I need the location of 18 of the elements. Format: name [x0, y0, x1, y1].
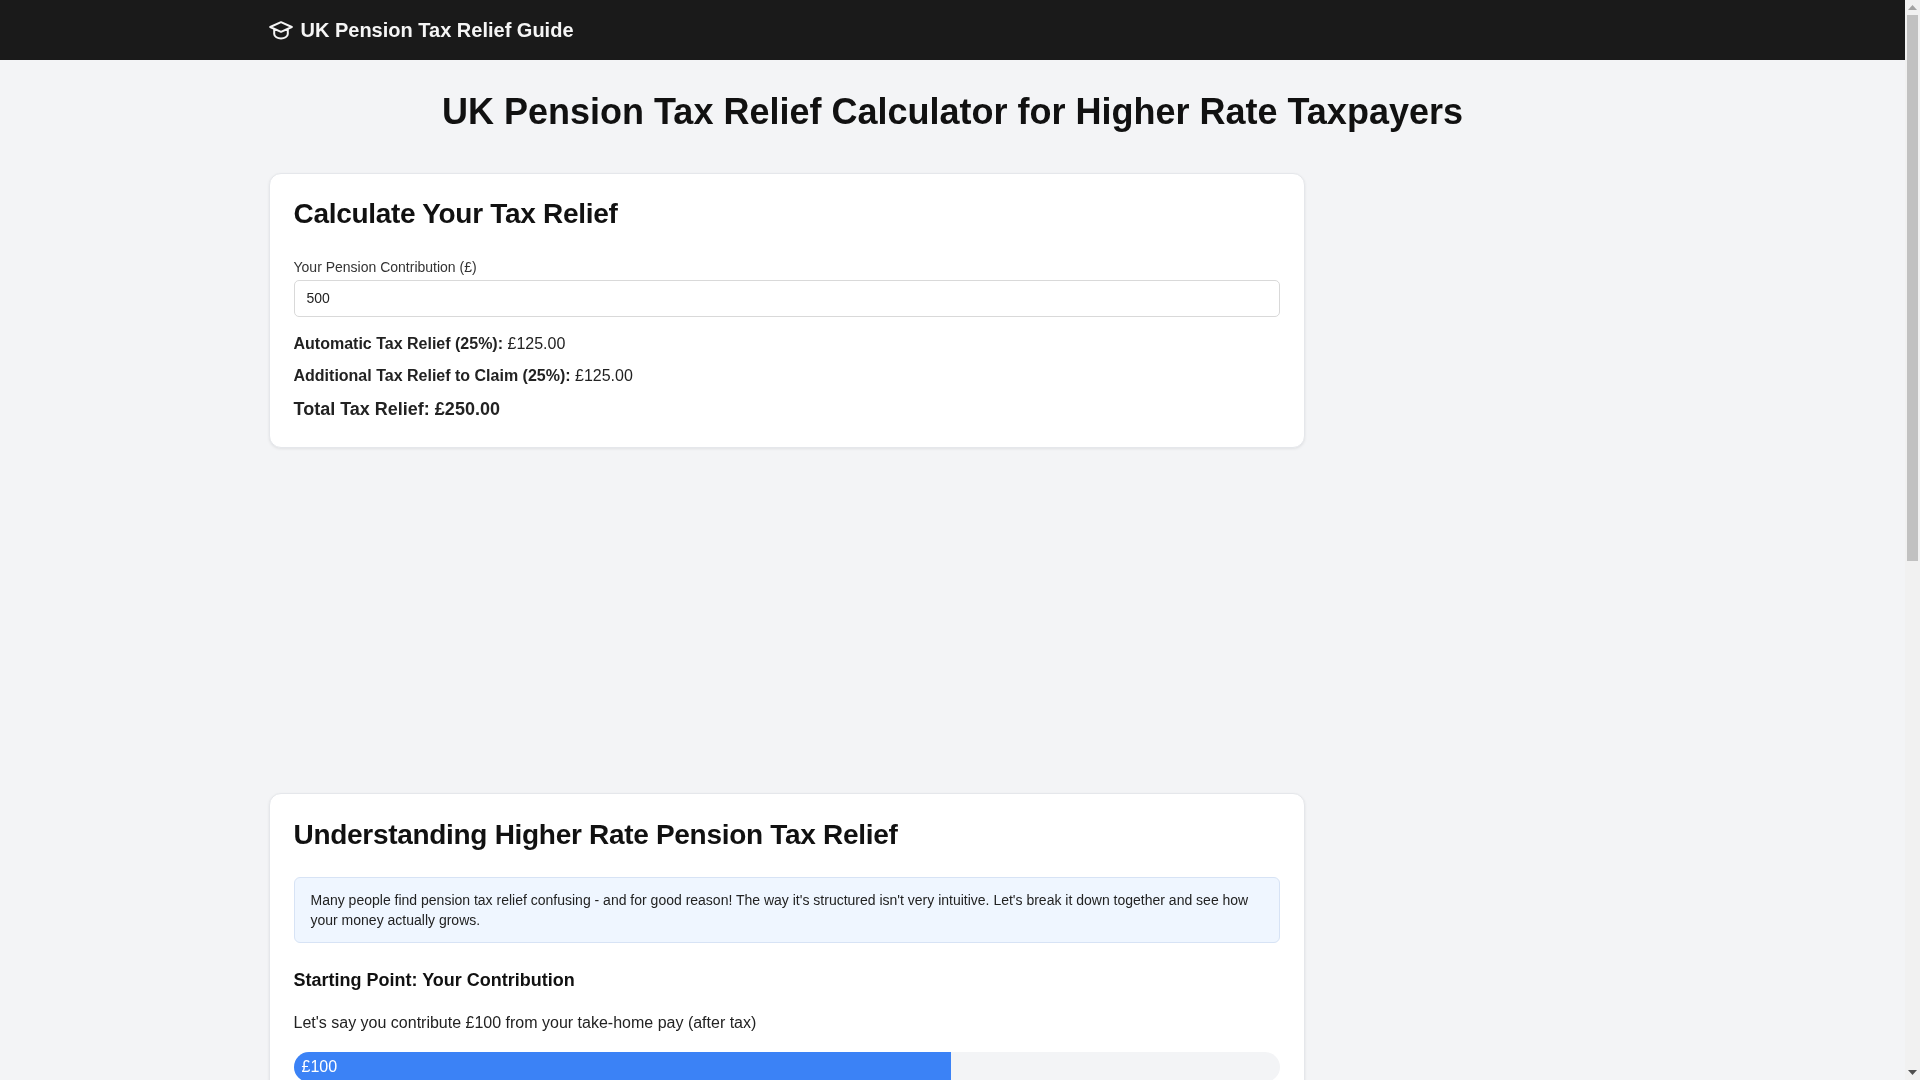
section-heading: Starting Point: Your Contribution: [293, 969, 576, 993]
result-line: Additional Tax Relief to Claim (25%): £125.00: [293, 365, 634, 386]
bar-fill: £100: [293, 1052, 952, 1080]
card-heading: Understanding Higher Rate Pension Tax Relief: [293, 817, 899, 852]
total-relief: Total Tax Relief: £250.00: [293, 397, 501, 421]
scroll-up-icon[interactable]: [1908, 5, 1917, 10]
result-line: Automatic Tax Relief (25%): £125.00: [293, 333, 567, 354]
page-title: UK Pension Tax Relief Calculator for Higher Rate Taxpayers: [442, 90, 1463, 134]
site-title[interactable]: UK Pension Tax Relief Guide: [300, 18, 574, 42]
scrollbar[interactable]: [1905, 0, 1920, 1080]
info-note: Many people find pension tax relief confusing - and for good reason! The way it's structured isn't very intuitive. Let's break it down together and see how your money actually grows.: [293, 877, 1280, 944]
contribution-input[interactable]: 500: [293, 279, 1280, 317]
field-label: Your Pension Contribution (£): [293, 258, 478, 276]
scroll-down-icon[interactable]: [1908, 1070, 1917, 1075]
graduation-cap-icon: [268, 20, 293, 40]
body-text: Let's say you contribute £100 from your take-home pay (after tax): [293, 1013, 758, 1034]
card-heading: Calculate Your Tax Relief: [293, 197, 619, 231]
scrollbar-thumb[interactable]: [1907, 15, 1918, 561]
